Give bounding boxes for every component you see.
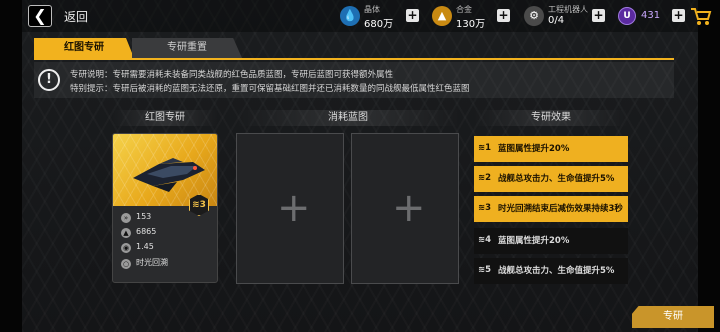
shop-cart-icon[interactable] xyxy=(690,6,712,26)
effect-row-2: ≋2 战舰总攻击力、生命值提升5% xyxy=(474,166,628,192)
back-label[interactable]: 返回 xyxy=(64,8,88,25)
rank-icon: ≋3 xyxy=(478,203,492,213)
effect-row-4: ≋4 蓝图属性提升20% xyxy=(474,228,628,254)
effect-row-3: ≋3 时光回溯结束后减伤效果持续3秒 xyxy=(474,196,628,222)
plus-icon: + xyxy=(277,185,311,231)
notice-warning: 特别提示：专研后被消耗的蓝图无法还原，重置可保留基础红图并还已消耗数量的同战舰最… xyxy=(70,84,470,94)
consume-slot-1[interactable]: + xyxy=(236,133,344,284)
add-robot-button[interactable]: + xyxy=(592,9,605,22)
info-icon: ! xyxy=(38,69,60,91)
back-button[interactable]: ❮ xyxy=(28,5,52,27)
notice-description: 专研说明：专研需要消耗未装备同类战舰的红色品质蓝图，专研后蓝图可获得额外属性 xyxy=(70,70,394,80)
stat-attack: ◉ 1.45 xyxy=(121,242,154,253)
rank-icon: ≋5 xyxy=(478,265,492,275)
plus-icon: + xyxy=(392,185,426,231)
gem-count: 431 xyxy=(641,10,661,21)
target-icon: ◉ xyxy=(121,243,131,253)
section-title-consume: 消耗蓝图 xyxy=(236,110,460,126)
crystal-icon: 💧 xyxy=(340,6,360,26)
tab-underline xyxy=(34,58,674,60)
shield-icon: ▲ xyxy=(121,228,131,238)
rank-icon: ≋4 xyxy=(478,235,492,245)
rank-icon: ≋2 xyxy=(478,173,492,183)
skill-icon: ○ xyxy=(121,259,131,269)
notice-panel: ! 专研说明：专研需要消耗未装备同类战舰的红色品质蓝图，专研后蓝图可获得额外属性… xyxy=(34,62,674,98)
speed-icon: » xyxy=(121,213,131,223)
blueprint-card[interactable]: ≋3 » 153 ▲ 6865 ◉ 1.45 ○ 时光回溯 xyxy=(112,133,218,283)
research-screen: ❮ 返回 💧 晶体 680万 + ▲ 合金 130万 + ⚙ 工程机器人 0/4… xyxy=(22,0,714,332)
ship-art xyxy=(113,134,217,206)
rank-icon: ≋1 xyxy=(478,143,492,153)
top-bar: ❮ 返回 💧 晶体 680万 + ▲ 合金 130万 + ⚙ 工程机器人 0/4… xyxy=(22,0,712,32)
tab-research-reset[interactable]: 专研重置 xyxy=(132,38,242,58)
effect-row-1: ≋1 蓝图属性提升20% xyxy=(474,136,628,162)
gem-icon: U xyxy=(618,7,636,25)
warship-icon xyxy=(133,158,205,192)
stat-hp: ▲ 6865 xyxy=(121,227,156,239)
stat-skill: ○ 时光回溯 xyxy=(121,258,168,269)
research-button[interactable]: 专研 xyxy=(632,306,714,328)
section-title-effects: 专研效果 xyxy=(474,110,628,126)
section-title-blueprint: 红图专研 xyxy=(112,110,218,126)
stat-speed: » 153 xyxy=(121,212,151,224)
consume-slot-2[interactable]: + xyxy=(351,133,459,284)
chevron-left-icon: ❮ xyxy=(33,6,47,25)
alloy-icon: ▲ xyxy=(432,6,452,26)
robot-icon: ⚙ xyxy=(524,6,544,26)
add-alloy-button[interactable]: + xyxy=(497,9,510,22)
add-gem-button[interactable]: + xyxy=(672,9,685,22)
effect-row-5: ≋5 战舰总攻击力、生命值提升5% xyxy=(474,258,628,284)
left-bezel xyxy=(0,0,22,332)
right-bezel xyxy=(698,0,720,332)
tab-red-research[interactable]: 红图专研 xyxy=(34,38,134,58)
add-crystal-button[interactable]: + xyxy=(406,9,419,22)
